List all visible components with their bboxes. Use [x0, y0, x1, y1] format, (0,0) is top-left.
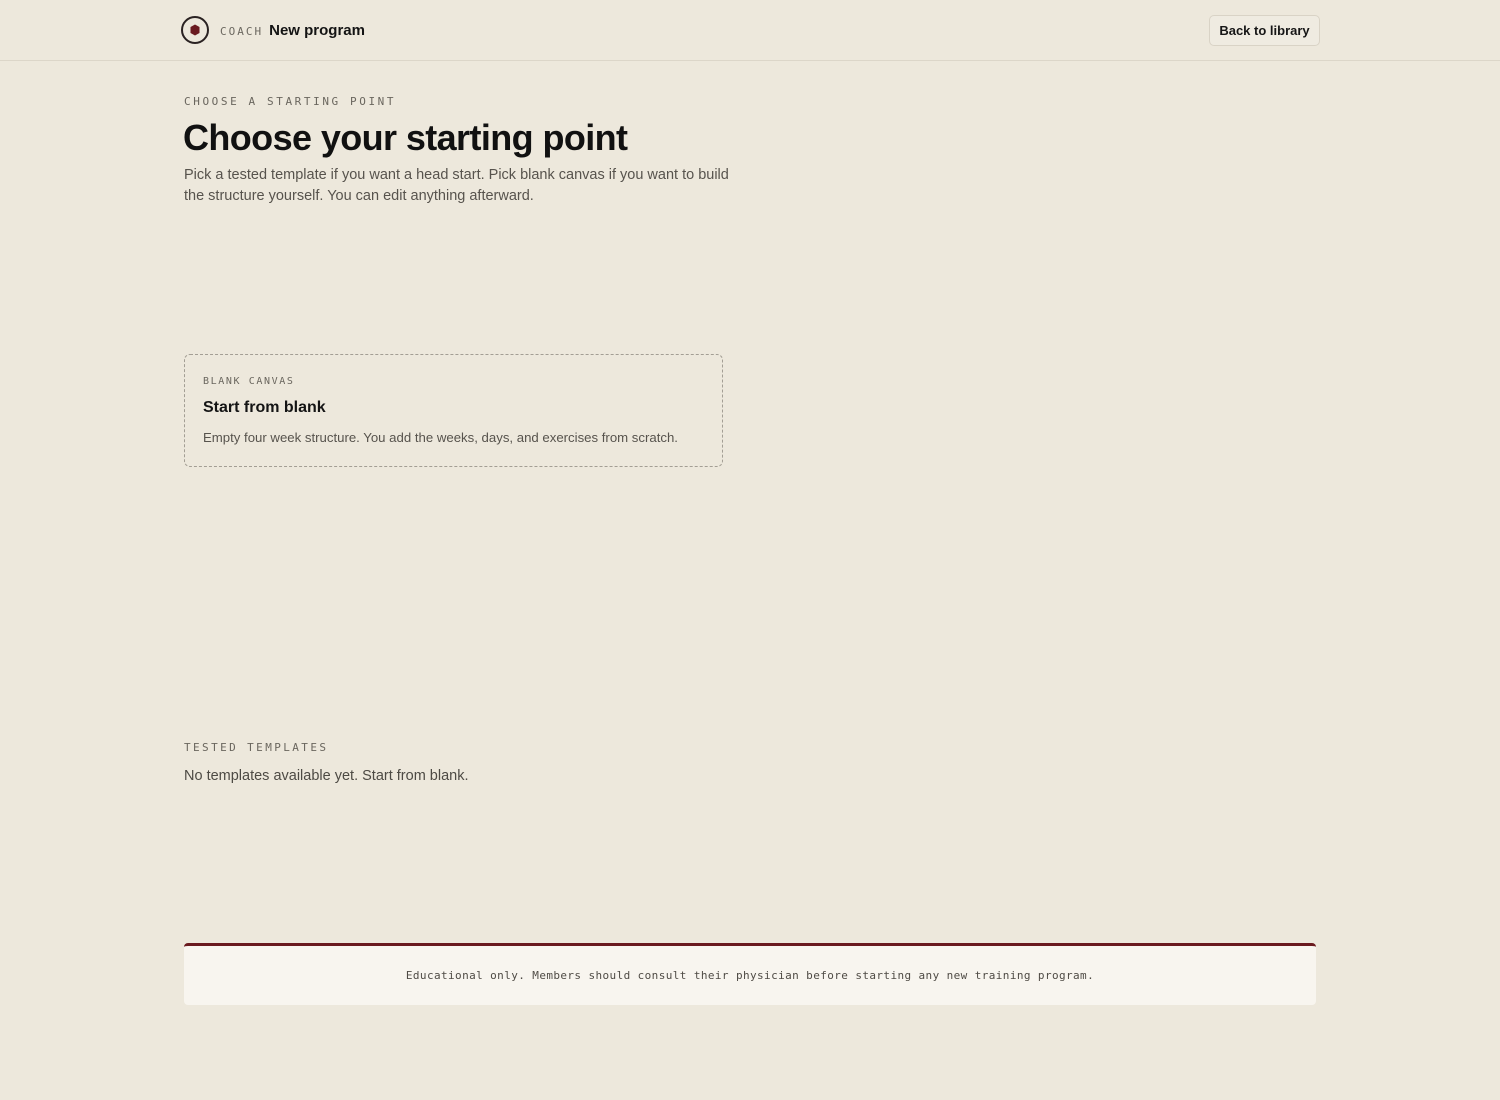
templates-section-kicker: TESTED TEMPLATES [184, 741, 329, 754]
page-title: Choose your starting point [183, 117, 628, 158]
top-bar: COACH New program Back to library [0, 0, 1500, 61]
blank-card-title: Start from blank [203, 399, 326, 416]
brand: COACH New program [181, 16, 365, 44]
shield-hexagon-icon [181, 16, 209, 44]
disclaimer-text: Educational only. Members should consult… [405, 969, 1095, 982]
intro-description: Pick a tested template if you want a hea… [184, 167, 729, 204]
header-page-title: New program [269, 21, 365, 39]
disclaimer-banner: Educational only. Members should consult… [184, 943, 1316, 1005]
blank-card-description: Empty four week structure. You add the w… [203, 430, 678, 445]
templates-empty-message: No templates available yet. Start from b… [184, 768, 469, 784]
start-from-blank-card[interactable]: BLANK CANVAS Start from blank Empty four… [184, 354, 723, 467]
intro-kicker: CHOOSE A STARTING POINT [184, 95, 397, 108]
brand-kicker: COACH [220, 25, 264, 38]
blank-card-kicker: BLANK CANVAS [203, 376, 295, 387]
back-to-library-button[interactable]: Back to library [1209, 15, 1320, 46]
